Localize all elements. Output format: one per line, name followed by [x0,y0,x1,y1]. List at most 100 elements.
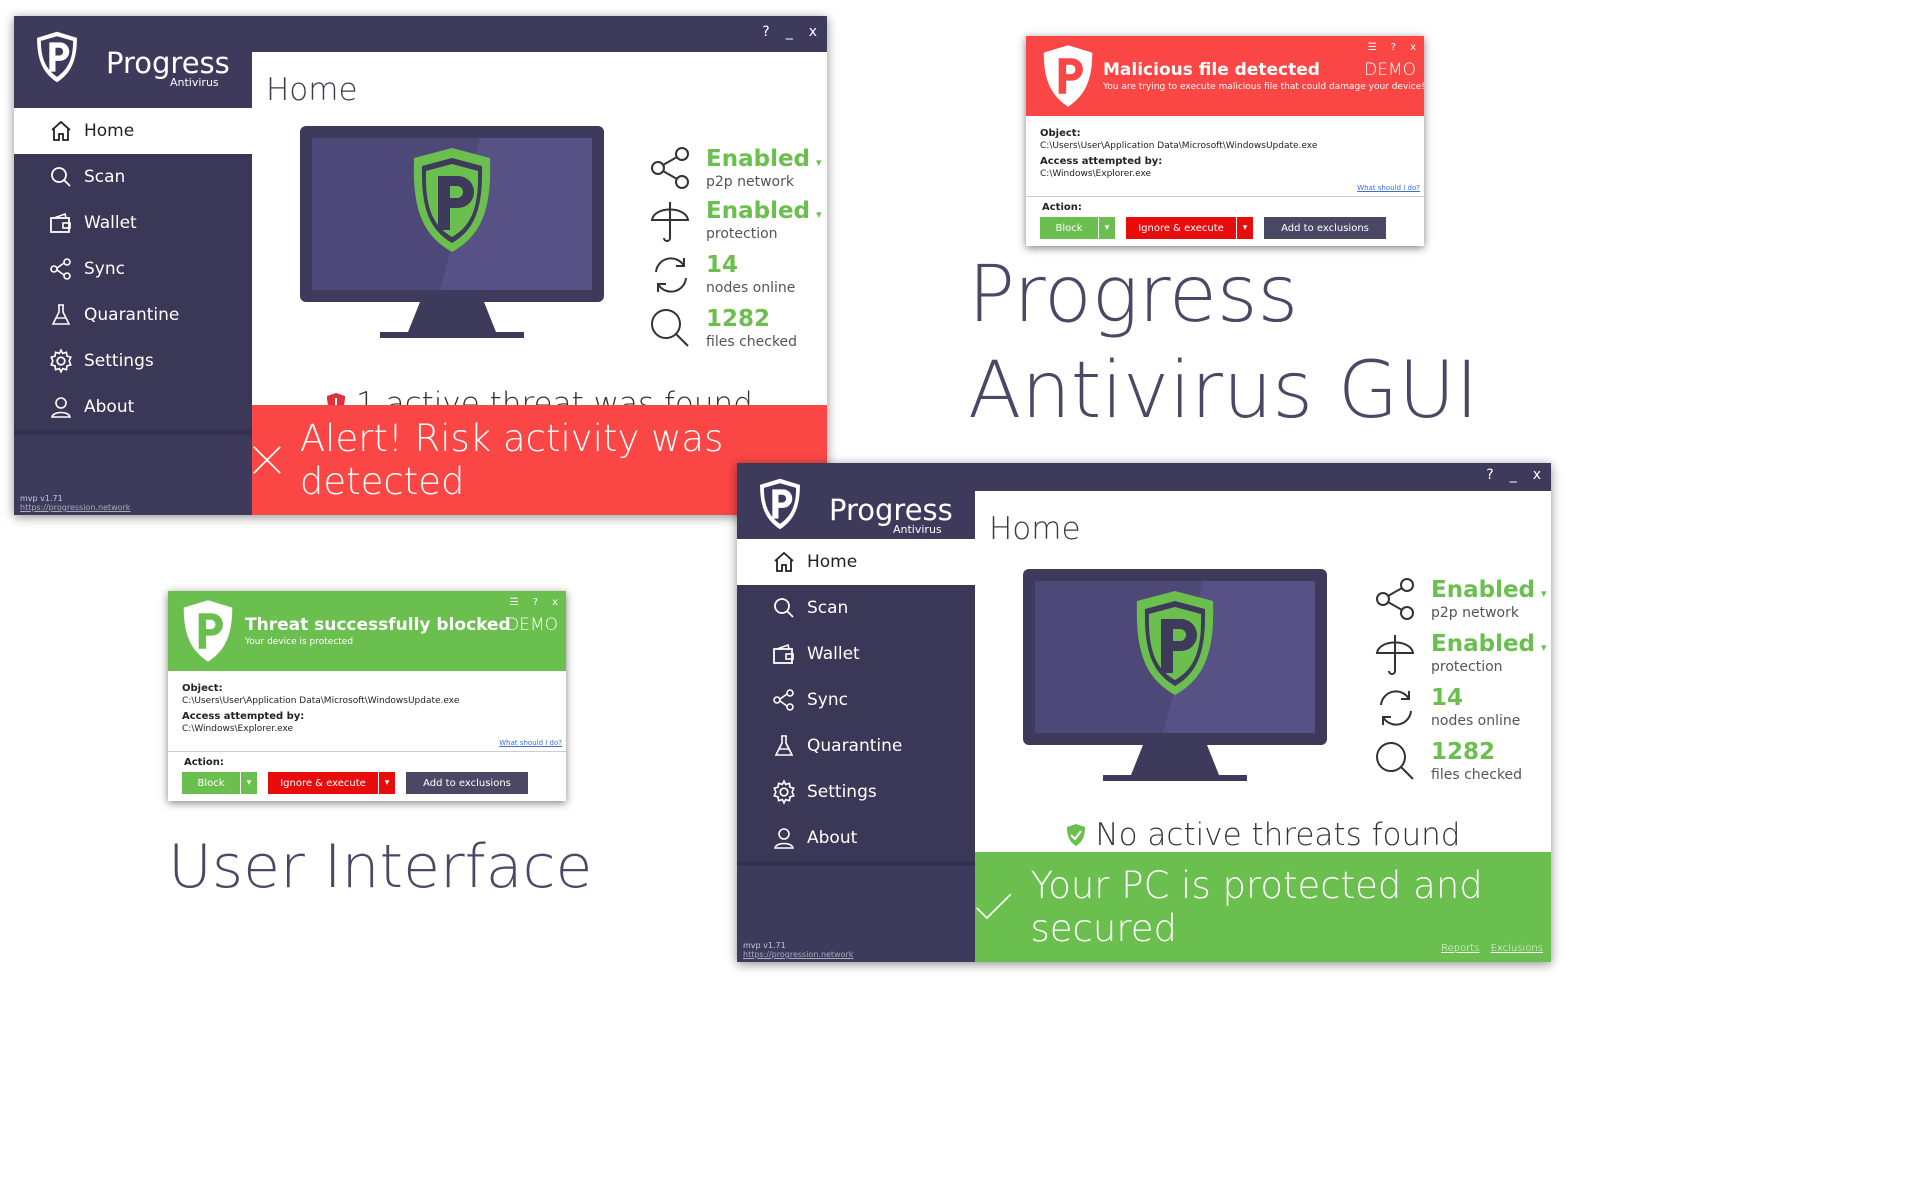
nav-label: Wallet [84,213,137,233]
nav-label: About [807,828,858,848]
close-button[interactable]: x [552,597,558,608]
nodes-label: nodes online [706,280,796,296]
what-should-i-do-link[interactable]: What should I do? [499,739,562,747]
content: Home Enabled ▾ p2p network Enabled ▾ prote… [975,491,1551,962]
nav-label: About [84,397,135,417]
subheadline: User Interface [168,832,593,902]
nav-home[interactable]: Home [737,539,975,590]
monitor-illustration [1023,569,1327,781]
nav-quarantine[interactable]: Quarantine [737,723,975,774]
website-link[interactable]: https://progression.network [743,950,853,959]
search-icon [46,162,76,192]
secure-banner: Your PC is protected and secured Reports… [975,852,1551,962]
logo-icon [180,595,236,667]
nav-label: Settings [84,351,154,371]
help-button[interactable]: ? [762,24,769,40]
what-should-i-do-link[interactable]: What should I do? [1357,184,1420,192]
nodes-value: 14 [706,252,739,278]
close-button[interactable]: x [809,24,817,40]
help-button[interactable]: ? [1486,467,1493,483]
version-text: mvp v1.71 [743,941,786,950]
close-button[interactable]: x [1410,42,1416,53]
website-link[interactable]: https://progression.network [20,503,130,512]
p2p-toggle[interactable]: Enabled ▾ [706,146,822,172]
share-icon [46,254,76,284]
notification-subtitle: Your device is protected [245,637,354,647]
p2p-toggle[interactable]: Enabled ▾ [1431,577,1547,603]
ignore-dropdown-icon[interactable]: ▾ [379,772,395,794]
nav-settings[interactable]: Settings [14,338,252,389]
search-icon [769,593,799,623]
brand-name: Progress [106,46,230,80]
action-area: Action: Block ▾ Ignore & execute ▾ Add t… [168,751,566,801]
demo-label: DEMO [506,615,558,635]
reports-link[interactable]: Reports [1441,943,1479,954]
menu-icon[interactable]: ☰ [510,597,519,608]
object-value: C:\Users\User\Application Data\Microsoft… [182,696,460,706]
secure-banner-text: Your PC is protected and secured [1030,864,1483,950]
minimize-button[interactable]: _ [786,24,793,40]
version-info: mvp v1.71 https://progression.network [743,941,853,959]
ignore-dropdown-icon[interactable]: ▾ [1237,217,1253,239]
nav-sync[interactable]: Sync [737,677,975,728]
exclusions-link[interactable]: Exclusions [1491,943,1543,954]
nav-wallet[interactable]: Wallet [14,200,252,251]
nav-quarantine[interactable]: Quarantine [14,292,252,343]
menu-icon[interactable]: ☰ [1368,42,1377,53]
protection-value: Enabled [1431,631,1536,657]
nav-wallet[interactable]: Wallet [737,631,975,682]
block-dropdown-icon[interactable]: ▾ [241,772,257,794]
share-icon [1376,578,1414,620]
nav-sync[interactable]: Sync [14,246,252,297]
block-dropdown-icon[interactable]: ▾ [1099,217,1115,239]
notification-blocked: Threat successfully blocked Your device … [168,591,566,801]
files-label: files checked [1431,767,1523,783]
version-text: mvp v1.71 [20,494,63,503]
threat-status-text: No active threats found [1095,817,1461,853]
help-button[interactable]: ? [533,597,538,608]
titlebar: ? _ x [975,463,1551,491]
home-icon [46,116,76,146]
nav-label: Home [807,552,858,572]
gear-icon [46,346,76,376]
block-button[interactable]: Block [1040,217,1098,239]
nav-about[interactable]: About [14,384,252,435]
sync-icon [1380,690,1412,726]
nav-label: Scan [807,598,849,618]
nav-label: Settings [807,782,877,802]
nav-scan[interactable]: Scan [737,585,975,636]
headline-line1: Progress [968,250,1299,340]
share-icon [769,685,799,715]
help-button[interactable]: ? [1391,42,1396,53]
notification-title: Threat successfully blocked [245,615,511,635]
nav-scan[interactable]: Scan [14,154,252,205]
close-button[interactable]: x [1533,467,1541,483]
protection-toggle[interactable]: Enabled ▾ [1431,631,1547,657]
p2p-value: Enabled [706,146,811,172]
p2p-label: p2p network [1431,605,1519,621]
user-icon [46,392,76,422]
gear-icon [769,777,799,807]
nav-settings[interactable]: Settings [737,769,975,820]
add-exclusions-button[interactable]: Add to exclusions [1264,217,1386,239]
protection-toggle[interactable]: Enabled ▾ [706,198,822,224]
footer-links: Reports Exclusions [1433,943,1543,954]
nav-home[interactable]: Home [14,108,252,159]
ignore-execute-button[interactable]: Ignore & execute [1126,217,1236,239]
add-exclusions-button[interactable]: Add to exclusions [406,772,528,794]
page-title: Home [266,72,358,108]
block-button[interactable]: Block [182,772,240,794]
main-window-alert: Progress Antivirus Home Scan Wallet Sync… [14,16,827,515]
notification-title: Malicious file detected [1103,60,1320,80]
check-shield-icon [1066,824,1085,846]
ignore-execute-button[interactable]: Ignore & execute [268,772,378,794]
nav-about[interactable]: About [737,815,975,866]
wallet-icon [46,208,76,238]
monitor-illustration [300,126,604,338]
p2p-value: Enabled [1431,577,1536,603]
nodes-label: nodes online [1431,713,1521,729]
access-label: Access attempted by: [182,711,305,722]
headline-line2: Antivirus GUI [968,346,1479,436]
nav-label: Home [84,121,135,141]
minimize-button[interactable]: _ [1510,467,1517,483]
